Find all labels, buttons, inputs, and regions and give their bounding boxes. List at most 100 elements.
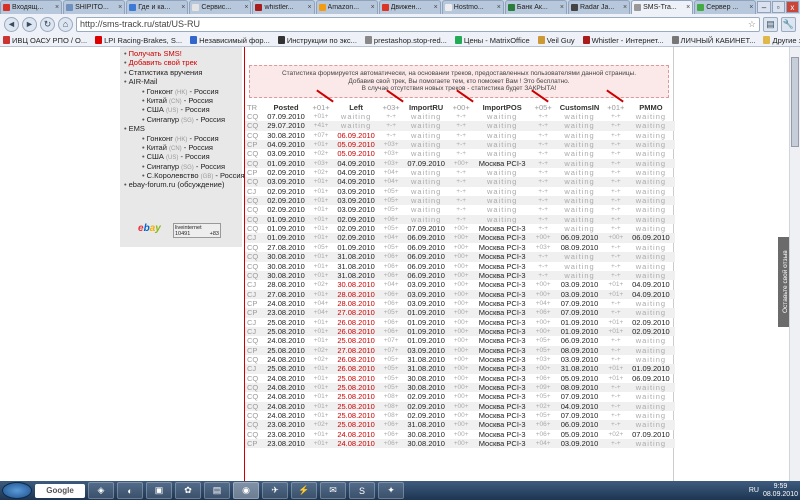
sidebar-item[interactable]: • Сингапур (SG) - Россия	[124, 115, 242, 124]
column-header[interactable]: +00+	[450, 102, 472, 112]
tab-close-icon[interactable]: ×	[749, 4, 753, 11]
sidebar-item[interactable]: • Гонконг (HK) - Россия	[124, 134, 242, 143]
browser-tab[interactable]: whistler... ×	[252, 0, 315, 14]
browser-tab[interactable]: SHIPITO... ×	[63, 0, 126, 14]
tab-close-icon[interactable]: ×	[686, 4, 690, 11]
column-header[interactable]: +01+	[605, 102, 627, 112]
taskbar-app-icon[interactable]: ✈	[262, 482, 288, 499]
reload-button[interactable]: ↻	[40, 16, 55, 32]
tab-close-icon[interactable]: ×	[560, 4, 564, 11]
home-button[interactable]: ⌂	[58, 16, 73, 32]
liveinternet-counter[interactable]: liveinternet 10491 +83	[173, 223, 221, 238]
browser-tab[interactable]: Где и ка... ×	[126, 0, 189, 14]
tab-close-icon[interactable]: ×	[371, 4, 375, 11]
taskbar-app-icon[interactable]: ✿	[175, 482, 201, 499]
column-header[interactable]: +01+	[310, 102, 332, 112]
taskbar-app-icon[interactable]: ◉	[233, 482, 259, 499]
address-bar[interactable]: http://sms-track.ru/stat/US-RU ☆	[76, 16, 760, 32]
column-header[interactable]: ImportRU	[402, 102, 450, 112]
column-header[interactable]: +05+	[532, 102, 554, 112]
browser-tab[interactable]: Hostmo... ×	[441, 0, 504, 14]
table-cell: +02+	[313, 355, 329, 363]
table-cell: +00+	[532, 326, 555, 337]
browser-tab[interactable]: Amazon... ×	[315, 0, 378, 14]
bookmark-item[interactable]: Независимый фор...	[190, 36, 270, 45]
wrench-icon[interactable]: 🔧	[781, 16, 796, 32]
sidebar-item[interactable]: • Добавить свой трек	[124, 58, 242, 67]
column-header[interactable]: PMMO	[627, 102, 675, 112]
tab-close-icon[interactable]: ×	[55, 4, 59, 11]
sidebar-item[interactable]: • EMS	[124, 124, 242, 133]
browser-tab[interactable]: Сервис... ×	[189, 0, 252, 14]
browser-tab[interactable]: Движен... ×	[378, 0, 441, 14]
back-button[interactable]: ◄	[4, 16, 19, 32]
scrollbar-thumb[interactable]	[791, 57, 799, 147]
sidebar-item[interactable]: • ebay-forum.ru (обсуждение)	[124, 180, 242, 189]
tab-close-icon[interactable]: ×	[307, 4, 311, 11]
table-cell: waiting	[472, 196, 533, 206]
tab-close-icon[interactable]: ×	[244, 4, 248, 11]
column-header[interactable]: ImportPOS	[472, 102, 532, 112]
taskbar-app-icon[interactable]: ⚡	[291, 482, 317, 499]
bookmark-star-icon[interactable]: ☆	[748, 19, 756, 30]
taskbar-app-icon[interactable]: ✉	[320, 482, 346, 499]
bookmark-item[interactable]: Whistler - Интернет...	[582, 36, 664, 45]
column-header[interactable]: TR	[245, 102, 262, 112]
browser-tab[interactable]: Сервер ... ×	[694, 0, 757, 14]
browser-tab[interactable]: Банк Ак... ×	[504, 0, 567, 14]
sidebar-item[interactable]: • Получать SMS!	[124, 49, 242, 58]
maximize-button[interactable]: ▫	[771, 1, 785, 13]
close-button[interactable]: x	[785, 1, 799, 13]
browser-tab[interactable]: Входящ... ×	[0, 0, 63, 14]
browser-tab[interactable]: Radar Ja... ×	[567, 0, 631, 14]
taskbar-app-icon[interactable]: ✦	[378, 482, 404, 499]
forward-button[interactable]: ►	[22, 16, 37, 32]
sidebar-item[interactable]: • США (US) - Россия	[124, 152, 242, 161]
vertical-scrollbar[interactable]	[789, 47, 800, 481]
table-cell: Москва PCI-3	[478, 280, 526, 290]
bookmark-item[interactable]: Veil Guy	[537, 36, 575, 45]
column-header[interactable]: Posted	[262, 102, 310, 112]
tab-close-icon[interactable]: ×	[434, 4, 438, 11]
tab-title: SHIPITO...	[75, 4, 109, 11]
sidebar-item[interactable]: • С.Королевство (GB) - Россия	[124, 171, 245, 180]
sidebar-item[interactable]: • Статистика вручения	[124, 68, 242, 77]
sidebar-item[interactable]: • Гонконг (HK) - Россия	[124, 87, 242, 96]
table-cell: 06.09.2010	[402, 270, 451, 281]
column-header[interactable]: +03+	[380, 102, 402, 112]
column-header[interactable]: Left	[332, 102, 380, 112]
minimize-button[interactable]: –	[757, 1, 771, 13]
bookmark-item[interactable]: Инструкции по экс...	[277, 36, 357, 45]
taskbar-app-icon[interactable]: ▣	[146, 482, 172, 499]
taskbar-app-icon[interactable]: S	[349, 482, 375, 499]
taskbar-app-icon[interactable]: ▤	[204, 482, 230, 499]
clock[interactable]: 9:59 08.09.2010	[763, 483, 798, 499]
start-button[interactable]	[2, 482, 32, 499]
other-bookmarks[interactable]: Другие закладки	[763, 36, 800, 45]
page-menu-button[interactable]: ▤	[763, 16, 778, 32]
bookmark-item[interactable]: Цены - MatrixOffice	[454, 36, 530, 45]
bookmark-item[interactable]: ЛИЧНЫЙ КАБИНЕТ...	[671, 36, 755, 45]
sidebar-item[interactable]: • Китай (CN) - Россия	[124, 143, 242, 152]
tab-close-icon[interactable]: ×	[181, 4, 185, 11]
sidebar-item[interactable]: • Сингапур (SG) - Россия	[124, 162, 242, 171]
tab-close-icon[interactable]: ×	[497, 4, 501, 11]
sidebar-item[interactable]: • Китай (CN) - Россия	[124, 96, 242, 105]
ebay-logo[interactable]: ebay	[138, 223, 161, 234]
bookmark-item[interactable]: prestashop.stop-red...	[364, 36, 447, 45]
browser-tab[interactable]: SMS-Tra... ×	[631, 0, 694, 14]
logos-area: ebay liveinternet 10491 +83	[138, 221, 221, 241]
bookmark-item[interactable]: LPI Racing-Brakes, S...	[95, 36, 182, 45]
tab-close-icon[interactable]: ×	[623, 4, 627, 11]
column-header[interactable]: CustomsIN	[554, 102, 605, 112]
table-cell: CJ	[247, 317, 257, 327]
sidebar-item[interactable]: • США (US) - Россия	[124, 105, 242, 114]
country-code: (CN)	[169, 98, 182, 105]
bookmark-item[interactable]: ИВЦ ОАСУ РПО / О...	[3, 36, 87, 45]
google-search-box[interactable]: Google	[35, 483, 85, 498]
tab-close-icon[interactable]: ×	[118, 4, 122, 11]
taskbar-app-icon[interactable]: ◐	[117, 482, 143, 499]
language-indicator[interactable]: RU	[749, 487, 759, 494]
sidebar-item[interactable]: • AIR-Mail	[124, 77, 242, 86]
taskbar-app-icon[interactable]: ◈	[88, 482, 114, 499]
